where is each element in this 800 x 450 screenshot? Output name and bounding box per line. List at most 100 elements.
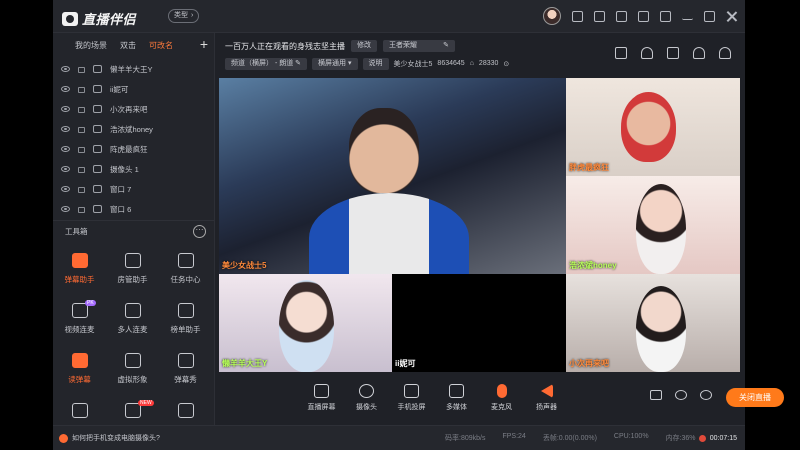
- dropped-frames: 丢帧:0.00(0.00%): [542, 435, 597, 442]
- tool-label: 弹幕助手: [64, 275, 95, 284]
- list-item[interactable]: 窗口 7: [53, 179, 214, 199]
- scene-label: ii妮可: [110, 84, 129, 94]
- lock-icon[interactable]: [78, 87, 85, 93]
- lock-icon[interactable]: [78, 67, 85, 73]
- screen-icon: [314, 384, 329, 398]
- bell-icon[interactable]: [693, 47, 705, 59]
- share-icon[interactable]: [719, 47, 731, 59]
- preview-stage[interactable]: 美少女战士5 胖虎最疯狂 浩浓斌honey 懒羊羊大王Y ii妮可 小次再来吧: [219, 78, 740, 372]
- close-icon[interactable]: [726, 11, 737, 22]
- phone-cast-button[interactable]: 手机投屏: [389, 380, 434, 412]
- monitor-icon[interactable]: [616, 10, 627, 22]
- scene-label: 窗口 6: [110, 204, 132, 214]
- lock-icon[interactable]: [78, 187, 85, 193]
- lock-icon[interactable]: [78, 127, 85, 133]
- user-icon: [124, 253, 141, 268]
- stop-live-button[interactable]: 关闭直播: [726, 388, 784, 407]
- minimize-icon[interactable]: [682, 13, 693, 20]
- avatar[interactable]: [543, 7, 561, 25]
- list-item[interactable]: 浩浓斌honey: [53, 119, 214, 139]
- scene-label: 懒羊羊大王Y: [110, 64, 153, 74]
- speaker-button[interactable]: 扬声器: [524, 380, 569, 412]
- download-icon[interactable]: [594, 10, 605, 22]
- maximize-icon[interactable]: [704, 10, 715, 22]
- eye-icon[interactable]: [61, 106, 70, 112]
- more-icon[interactable]: ···: [193, 225, 206, 238]
- cell-label: ii妮可: [395, 359, 416, 368]
- microphone-button[interactable]: 麦克风: [479, 380, 524, 412]
- tool-rank-assistant[interactable]: 榜单助手: [159, 295, 212, 345]
- tool-multi-link[interactable]: 多人连麦: [106, 295, 159, 345]
- tool-danmu-assistant[interactable]: 弹幕助手: [53, 245, 106, 295]
- desc-button[interactable]: 说明: [362, 57, 389, 70]
- guest-view-1[interactable]: 胖虎最疯狂: [566, 78, 740, 176]
- tab-rename[interactable]: 可改名: [149, 40, 173, 51]
- media-button[interactable]: 多媒体: [434, 380, 479, 412]
- tab-double-click[interactable]: 双击: [120, 40, 136, 51]
- tool-label: 弹幕秀: [174, 375, 197, 384]
- eye-icon[interactable]: [61, 86, 70, 92]
- add-scene-button[interactable]: +: [200, 36, 208, 52]
- tool-avatar[interactable]: 虚拟形象: [106, 345, 159, 395]
- lock-icon[interactable]: [78, 207, 85, 213]
- settings-icon[interactable]: [700, 390, 712, 400]
- tool-label: 手机投屏: [397, 404, 426, 411]
- eye-icon[interactable]: [675, 390, 687, 400]
- fire-icon: [177, 403, 194, 418]
- message-icon[interactable]: [572, 10, 583, 22]
- mode-selector[interactable]: 类型 ›: [168, 9, 200, 23]
- template-select[interactable]: 横屏通用 ▾: [312, 57, 358, 70]
- channel-select[interactable]: 频道（横屏） - 朗道 ✎: [225, 57, 308, 70]
- list-item[interactable]: ii妮可: [53, 79, 214, 99]
- fans-icon: ⌂: [469, 60, 474, 67]
- tip-link[interactable]: 如何把手机变成电脑摄像头?: [59, 433, 160, 443]
- bitrate: 码率:809kb/s: [445, 435, 486, 442]
- location-icon: ⊙: [503, 60, 510, 68]
- lock-icon[interactable]: [78, 167, 85, 173]
- eye-icon[interactable]: [61, 186, 70, 192]
- guest-view-5[interactable]: 小次再来吧: [566, 274, 740, 372]
- shirt-icon[interactable]: [638, 10, 649, 22]
- guest-view-4[interactable]: ii妮可: [392, 274, 566, 372]
- guest-view-2[interactable]: 浩浓斌honey: [566, 176, 740, 274]
- eye-icon[interactable]: [61, 146, 70, 152]
- eye-icon[interactable]: [61, 166, 70, 172]
- tab-my-scenes[interactable]: 我的场景: [75, 40, 107, 51]
- tool-label: 多媒体: [446, 404, 467, 411]
- screen-capture-button[interactable]: 直播屏幕: [299, 380, 344, 412]
- gift-icon[interactable]: [667, 47, 679, 59]
- tool-label: 读弹幕: [68, 375, 91, 384]
- calendar-icon: [177, 253, 194, 268]
- tool-read-danmu[interactable]: 读弹幕: [53, 345, 106, 395]
- tool-danmu-show[interactable]: 弹幕秀: [159, 345, 212, 395]
- main-camera-view[interactable]: 美少女战士5: [219, 78, 566, 274]
- toolbox-title: 工具箱: [65, 227, 88, 236]
- lock-icon[interactable]: [78, 107, 85, 113]
- lock-icon[interactable]: [641, 47, 653, 59]
- record-icon[interactable]: [650, 390, 662, 400]
- list-item[interactable]: 小次再来吧: [53, 99, 214, 119]
- group-icon: [124, 303, 141, 318]
- tool-video-link[interactable]: PK 视频连麦: [53, 295, 106, 345]
- menu-icon[interactable]: [660, 10, 671, 22]
- layout-icon[interactable]: [615, 47, 627, 59]
- eye-icon[interactable]: [61, 126, 70, 132]
- eye-icon[interactable]: [61, 206, 70, 212]
- guest-view-3[interactable]: 懒羊羊大王Y: [219, 274, 392, 372]
- list-item[interactable]: 阵虎最疯狂: [53, 139, 214, 159]
- camera-icon: [93, 85, 102, 93]
- list-item[interactable]: 窗口 6: [53, 199, 214, 219]
- list-item[interactable]: 懒羊羊大王Y: [53, 59, 214, 79]
- lock-icon[interactable]: [78, 147, 85, 153]
- eye-icon[interactable]: [61, 66, 70, 72]
- tool-label: 多人连麦: [117, 325, 148, 334]
- window-icon: [93, 185, 102, 193]
- tool-label: 任务中心: [170, 275, 201, 284]
- cell-label: 浩浓斌honey: [569, 261, 617, 270]
- game-tag-select[interactable]: 王者荣耀 ✎: [383, 40, 455, 52]
- tool-room-manager[interactable]: 房管助手: [106, 245, 159, 295]
- edit-topic-button[interactable]: 修改: [351, 40, 377, 52]
- camera-button[interactable]: 摄像头: [344, 380, 389, 412]
- tool-task-center[interactable]: 任务中心: [159, 245, 212, 295]
- list-item[interactable]: 摄像头 1: [53, 159, 214, 179]
